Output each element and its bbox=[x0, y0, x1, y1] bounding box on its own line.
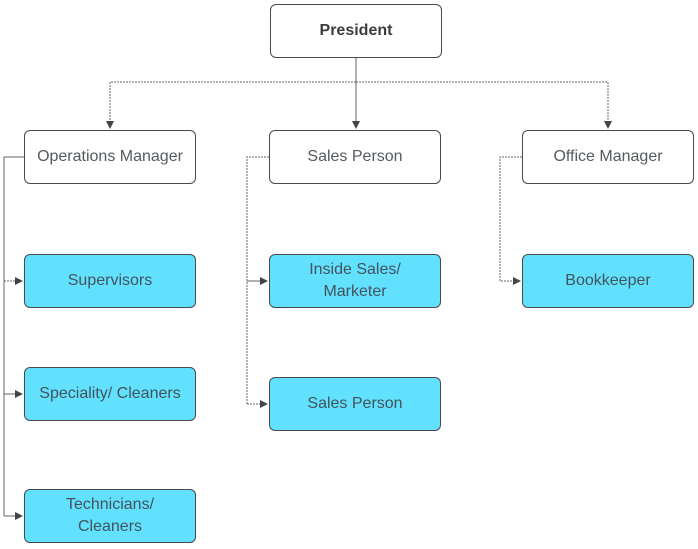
node-technicians-cleaners[interactable]: Technicians/ Cleaners bbox=[24, 489, 196, 543]
connector-president-ops bbox=[106, 58, 357, 129]
connector-office-bookkeeper bbox=[499, 156, 522, 285]
node-president[interactable]: President bbox=[270, 4, 442, 58]
node-operations-manager[interactable]: Operations Manager bbox=[24, 130, 196, 184]
node-speciality-cleaners[interactable]: Speciality/ Cleaners bbox=[24, 367, 196, 421]
node-supervisors[interactable]: Supervisors bbox=[24, 254, 196, 308]
connector-president-office bbox=[356, 81, 612, 129]
node-inside-sales-marketer[interactable]: Inside Sales/ Marketer bbox=[269, 254, 441, 308]
node-sales-person-manager[interactable]: Sales Person bbox=[269, 130, 441, 184]
node-office-manager[interactable]: Office Manager bbox=[522, 130, 694, 184]
node-bookkeeper[interactable]: Bookkeeper bbox=[522, 254, 694, 308]
node-sales-person[interactable]: Sales Person bbox=[269, 377, 441, 431]
connector-ops-trunk bbox=[3, 156, 24, 516]
